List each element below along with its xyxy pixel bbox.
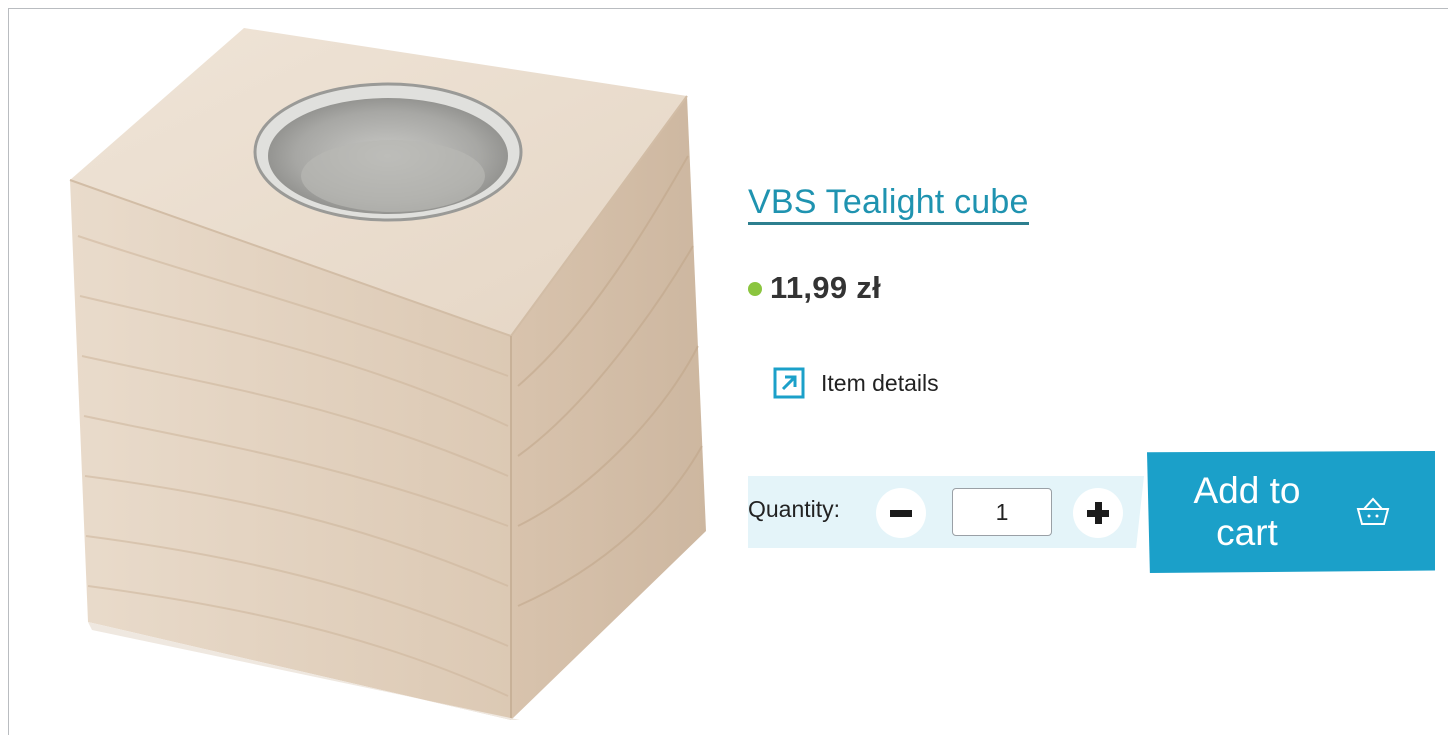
product-title-link[interactable]: VBS Tealight cube [748, 182, 1029, 225]
add-to-cart-label: Add to cart [1147, 470, 1347, 554]
quantity-decrease-button[interactable] [876, 488, 926, 538]
item-details-label: Item details [821, 369, 939, 396]
product-image[interactable] [48, 26, 708, 720]
minus-icon [890, 509, 912, 517]
external-link-arrow-icon [773, 367, 805, 399]
quantity-input[interactable] [952, 488, 1052, 536]
basket-icon [1356, 497, 1390, 525]
plus-icon [1087, 502, 1109, 524]
item-details-link[interactable]: Item details [773, 367, 939, 399]
price: 11,99 zł [770, 270, 881, 305]
add-to-cart-button[interactable]: Add to cart [1147, 451, 1435, 573]
add-to-cart-line2: cart [1216, 512, 1278, 553]
add-to-cart-line1: Add to [1193, 470, 1301, 511]
availability-dot [748, 282, 762, 296]
price-row: 11,99 zł [748, 270, 881, 306]
quantity-increase-button[interactable] [1073, 488, 1123, 538]
quantity-label: Quantity: [748, 496, 841, 522]
